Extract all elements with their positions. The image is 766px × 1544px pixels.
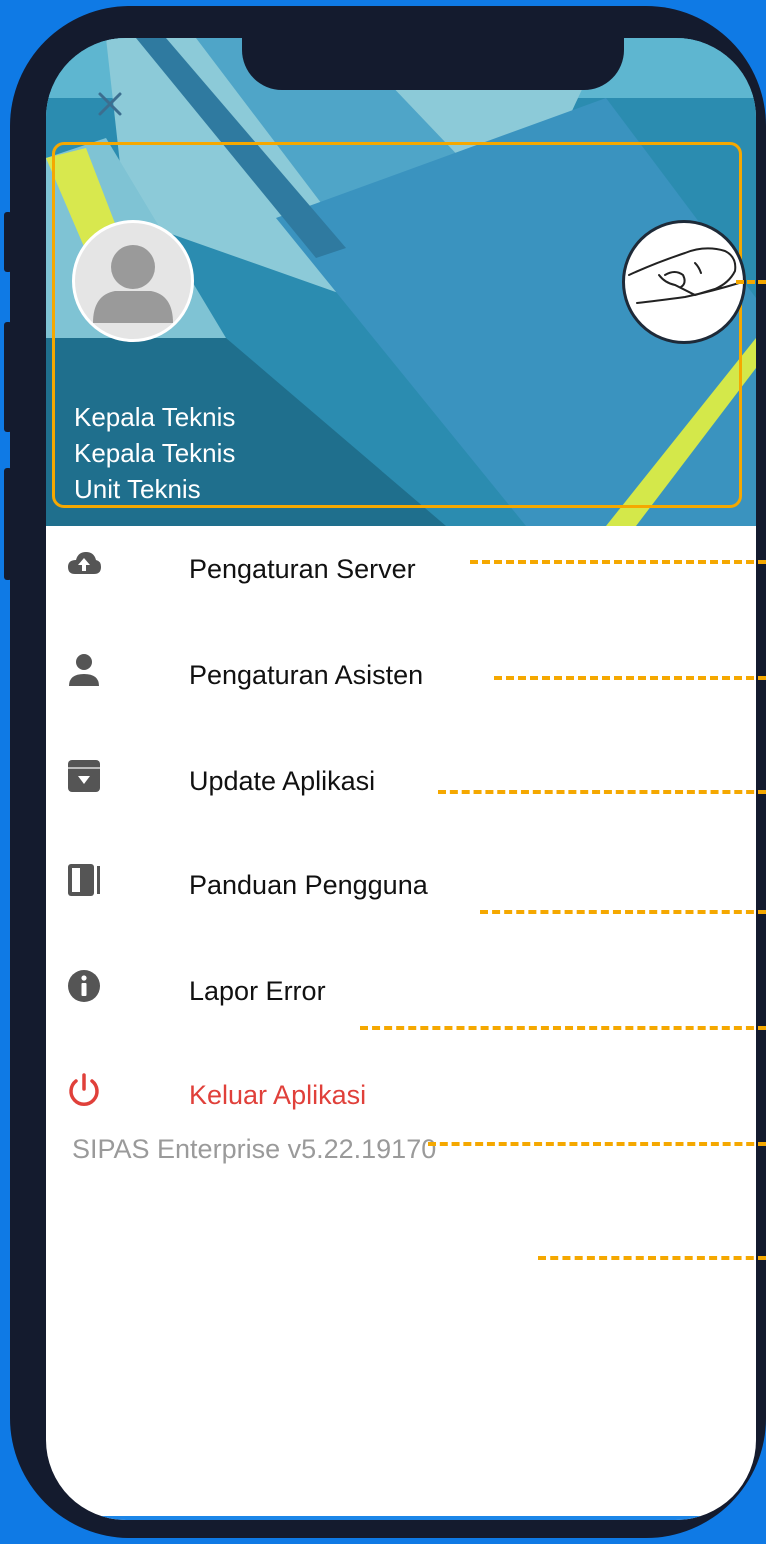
menu-label: Keluar Aplikasi: [189, 1080, 367, 1110]
screen-edge: [46, 1516, 756, 1520]
app-version: SIPAS Enterprise v5.22.19170: [72, 1134, 437, 1164]
callout-line: [538, 1256, 766, 1260]
menu-label: Update Aplikasi: [189, 766, 376, 796]
menu-label: Panduan Pengguna: [189, 870, 428, 900]
menu-label: Pengaturan Asisten: [189, 660, 424, 690]
menu-item-pengaturan-asisten[interactable]: Pengaturan Asisten: [46, 652, 756, 712]
callout-line: [438, 790, 766, 794]
menu-label: Lapor Error: [189, 976, 326, 1006]
phone-frame: Kepala Teknis Kepala Teknis Unit Teknis …: [10, 6, 766, 1538]
person-icon: [66, 652, 102, 688]
user-unit: Unit Teknis: [74, 474, 201, 504]
signature-icon: [622, 220, 746, 344]
close-icon[interactable]: [96, 90, 124, 118]
navigation-drawer: Kepala Teknis Kepala Teknis Unit Teknis …: [46, 38, 756, 1520]
menu-item-update-aplikasi[interactable]: Update Aplikasi: [46, 758, 756, 818]
callout-line: [428, 1142, 766, 1146]
menu-item-pengaturan-server[interactable]: Pengaturan Server: [46, 546, 756, 606]
menu-label: Pengaturan Server: [189, 554, 416, 584]
phone-notch: [242, 38, 624, 90]
archive-download-icon: [66, 758, 102, 794]
user-avatar-icon: [72, 220, 194, 342]
menu-item-keluar-aplikasi[interactable]: Keluar Aplikasi: [46, 1072, 756, 1132]
user-position: Kepala Teknis: [74, 438, 236, 468]
cloud-upload-icon: [66, 546, 102, 582]
callout-line: [470, 560, 766, 564]
callout-line: [494, 676, 766, 680]
callout-line: [736, 280, 766, 284]
callout-line: [480, 910, 766, 914]
book-icon: [66, 862, 102, 898]
info-icon: [66, 968, 102, 1004]
menu-item-lapor-error[interactable]: Lapor Error: [46, 968, 756, 1028]
user-name: Kepala Teknis: [74, 402, 236, 432]
power-icon: [66, 1072, 102, 1108]
callout-line: [360, 1026, 766, 1030]
